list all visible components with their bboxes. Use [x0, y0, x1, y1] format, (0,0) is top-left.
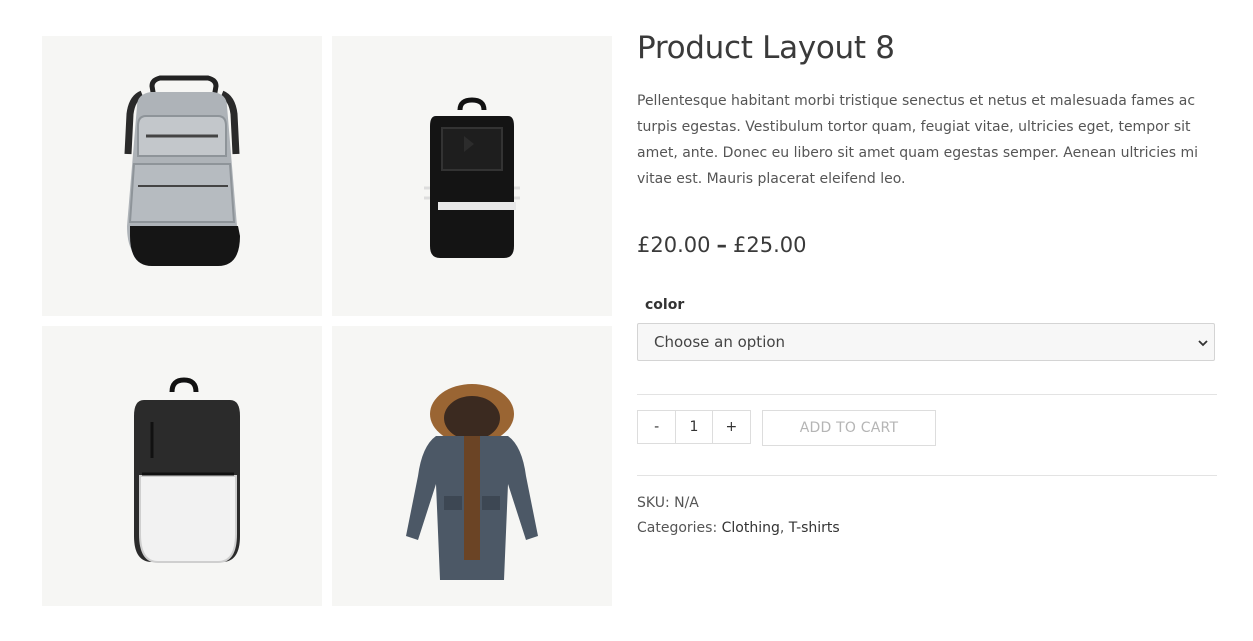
- product-summary: Product Layout 8 Pellentesque habitant m…: [637, 26, 1217, 536]
- category-link-tshirts[interactable]: T-shirts: [789, 520, 840, 536]
- product-title: Product Layout 8: [637, 30, 895, 66]
- backpack-black-striped-image: [424, 97, 520, 258]
- price-high: £25.00: [732, 233, 807, 257]
- sku-value: N/A: [674, 495, 699, 511]
- color-label: color: [645, 297, 685, 313]
- color-select[interactable]: Choose an option: [637, 323, 1215, 361]
- backpack-black-white-image: [134, 377, 240, 563]
- category-link-clothing[interactable]: Clothing: [722, 520, 780, 536]
- price-low: £20.00: [637, 233, 711, 257]
- color-select-value: Choose an option: [654, 333, 786, 351]
- price-separator: –: [716, 233, 727, 257]
- gallery-image-2[interactable]: [332, 36, 612, 316]
- gallery-image-1[interactable]: [42, 36, 322, 316]
- categories-label: Categories:: [637, 520, 718, 536]
- quantity-plus-button[interactable]: +: [713, 411, 750, 443]
- product-description: Pellentesque habitant morbi tristique se…: [637, 93, 1198, 187]
- divider: [637, 394, 1217, 395]
- parka-jacket-image: [406, 384, 538, 580]
- category-separator: ,: [779, 520, 785, 536]
- sku-label: SKU:: [637, 495, 670, 511]
- gallery-image-3[interactable]: [42, 326, 322, 606]
- backpack-grey-image: [124, 75, 240, 266]
- product-meta: SKU: N/A Categories: Clothing, T-shirts: [637, 491, 840, 541]
- gallery-image-4[interactable]: [332, 326, 612, 606]
- price-range: £20.00– £25.00: [637, 230, 806, 260]
- quantity-minus-button[interactable]: -: [638, 411, 675, 443]
- add-to-cart-button[interactable]: ADD TO CART: [762, 410, 936, 446]
- quantity-stepper: - 1 +: [637, 410, 751, 444]
- divider: [637, 475, 1217, 476]
- product-gallery: [42, 36, 612, 606]
- chevron-down-icon: [1198, 340, 1208, 347]
- categories-line: Categories: Clothing, T-shirts: [637, 516, 840, 541]
- sku-line: SKU: N/A: [637, 491, 840, 516]
- quantity-input[interactable]: 1: [675, 411, 713, 443]
